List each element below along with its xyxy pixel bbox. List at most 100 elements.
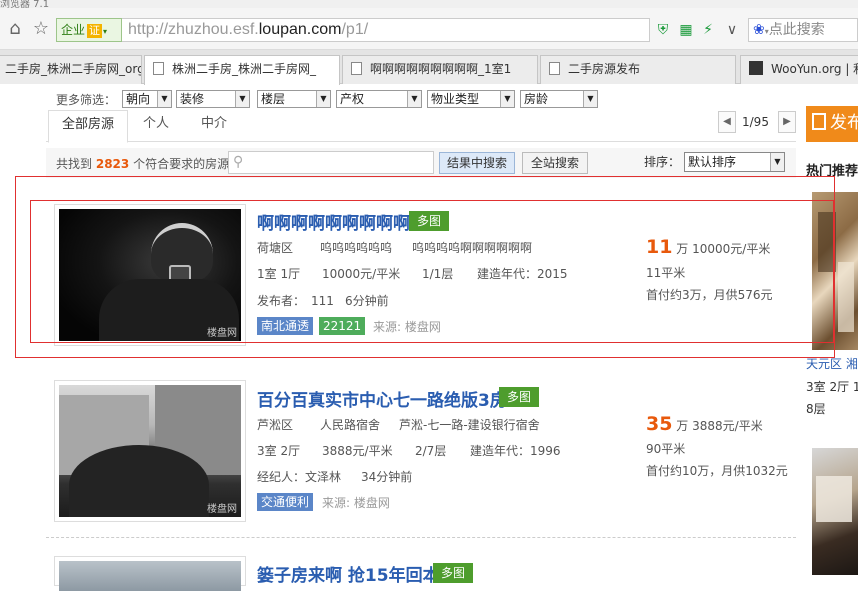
window-title: 浏览器 7.1	[0, 0, 50, 8]
select-value: 物业类型	[431, 92, 480, 106]
url-domain: loupan.com	[258, 21, 342, 38]
poster-name: 文泽林	[305, 470, 342, 484]
listing-area: 90平米	[646, 442, 686, 456]
chevron-down-icon: ▼	[500, 91, 514, 107]
summary-suffix: 个符合要求的房源	[133, 157, 230, 171]
site-search-button[interactable]: 全站搜索	[522, 152, 588, 174]
page-icon	[549, 62, 560, 75]
publish-listing-button[interactable]: 发布	[806, 106, 858, 142]
feature-tag: 交通便利	[257, 493, 314, 511]
tab-label: 二手房_株洲二手房网_org	[5, 62, 142, 76]
filter-select-floor[interactable]: 楼层 ▼	[257, 90, 331, 108]
listing-title[interactable]: 百分百真实市中心七一路绝版3房	[257, 386, 507, 411]
lightning-icon[interactable]: ⚡	[698, 20, 718, 40]
listing-time: 34分钟前	[361, 470, 413, 484]
page-icon	[351, 62, 362, 75]
shield-icon[interactable]: ⛨	[653, 20, 673, 40]
recommend-rooms: 3室 2厅 1	[806, 380, 858, 394]
chevron-down-icon: ▼	[407, 91, 421, 107]
listing-payment: 首付约10万，月供1032元	[646, 464, 788, 478]
browser-tab-active[interactable]: 株洲二手房_株洲二手房网_	[144, 55, 340, 85]
summary-prefix: 共找到	[56, 157, 93, 171]
listing-title[interactable]: 篓子房来啊 抢15年回本	[257, 561, 440, 586]
browser-tab[interactable]: WooYun.org | 利	[740, 55, 858, 84]
select-value: 默认排序	[688, 155, 737, 169]
select-value: 产权	[340, 92, 365, 106]
listing-thumbnail[interactable]: 楼盘网	[54, 380, 246, 522]
listing-unit-price: 3888元/平米	[322, 444, 393, 458]
next-page-button[interactable]: ▶	[778, 111, 796, 133]
select-value: 楼层	[261, 92, 286, 106]
listing-district[interactable]: 芦淞区	[257, 416, 293, 433]
listing-photo: 楼盘网	[59, 385, 241, 517]
price-value: 35	[646, 413, 673, 435]
chevron-down-icon: ▼	[770, 153, 784, 171]
tab-agent[interactable]: 中介	[192, 110, 236, 142]
sort-select[interactable]: 默认排序 ▼	[684, 152, 785, 172]
cert-icon: 证	[87, 24, 103, 38]
filter-select-property-type[interactable]: 物业类型 ▼	[427, 90, 515, 108]
filter-select-orientation[interactable]: 朝向 ▼	[122, 90, 172, 108]
listing-poster: 经纪人：文泽林	[257, 468, 341, 485]
listing-floor: 2/7层	[415, 444, 447, 458]
url-prefix: http://zhuzhou.esf.	[128, 21, 259, 38]
filter-label: 更多筛选：	[56, 93, 117, 107]
search-in-results-button[interactable]: 结果中搜索	[439, 152, 515, 174]
enterprise-cert-badge[interactable]: 企业证 ▾	[56, 18, 122, 42]
listing-type-tabs: 全部房源 个人 中介	[46, 110, 796, 143]
multi-image-badge: 多图	[499, 387, 540, 407]
qrcode-icon[interactable]: ▦	[676, 20, 696, 40]
tab-label: WooYun.org | 利	[771, 62, 858, 76]
prev-page-button[interactable]: ◀	[718, 111, 736, 133]
browser-tab[interactable]: 啊啊啊啊啊啊啊啊啊_1室1	[342, 55, 538, 84]
filter-select-title[interactable]: 产权 ▼	[336, 90, 422, 108]
price-per-sqm: 3888元/平米	[692, 419, 763, 433]
address-toolbar: ⌂ ☆ 企业证 ▾ http://zhuzhou.esf.loupan.com/p…	[0, 8, 858, 50]
recommend-thumbnail-2[interactable]	[812, 448, 858, 575]
price-unit: 万	[676, 419, 689, 433]
chevron-down-icon: ▼	[235, 91, 249, 107]
page-indicator: 1/95	[742, 115, 769, 129]
pager: ◀ 1/95 ▶	[718, 111, 796, 133]
listing-total-price: 35 万 3888元/平米	[646, 413, 763, 435]
enterprise-label: 企业	[61, 23, 86, 37]
select-value: 装修	[180, 92, 205, 106]
home-icon[interactable]: ⌂	[4, 18, 26, 40]
select-value: 房龄	[524, 92, 549, 106]
browser-tab[interactable]: 二手房_株洲二手房网_org	[0, 55, 142, 84]
multi-image-badge: 多图	[433, 563, 474, 583]
tab-all-listings[interactable]: 全部房源	[48, 110, 128, 143]
listing-source: 来源: 楼盘网	[322, 496, 390, 510]
sort-label: 排序：	[644, 155, 681, 169]
chevron-down-icon: ▼	[316, 91, 330, 107]
dropdown-chevron-icon[interactable]: ∨	[722, 20, 742, 40]
tab-individual[interactable]: 个人	[134, 110, 178, 142]
result-count-text: 共找到 2823 个符合要求的房源	[56, 155, 229, 172]
chevron-down-icon: ▼	[157, 91, 171, 107]
listing-community[interactable]: 人民路宿舍	[320, 416, 380, 433]
search-input[interactable]: ❀▾点此搜索	[748, 18, 858, 42]
url-input[interactable]: http://zhuzhou.esf.loupan.com/p1/	[122, 18, 650, 42]
watermark: 楼盘网	[207, 504, 237, 515]
search-placeholder: 点此搜索	[768, 22, 825, 38]
filter-select-age[interactable]: 房龄 ▼	[520, 90, 598, 108]
browser-tab-bar: 二手房_株洲二手房网_org 株洲二手房_株洲二手房网_ 啊啊啊啊啊啊啊啊啊_1…	[0, 50, 858, 85]
favorite-star-icon[interactable]: ☆	[30, 18, 52, 40]
listing-thumbnail[interactable]	[54, 556, 246, 591]
tab-label: 株洲二手房_株洲二手房网_	[172, 62, 317, 76]
poster-label: 经纪人：	[257, 470, 306, 484]
wooyun-favicon	[749, 61, 763, 75]
listing-year: 建造年代：1996	[470, 444, 561, 458]
select-value: 朝向	[126, 92, 151, 106]
keyword-input[interactable]: ⚲	[228, 151, 434, 174]
listing-address: 芦淞-七一路-建设银行宿舍	[399, 418, 540, 432]
tab-label: 啊啊啊啊啊啊啊啊啊_1室1	[370, 62, 512, 76]
result-summary-bar: 共找到 2823 个符合要求的房源 ⚲ 结果中搜索 全站搜索 排序： 默认排序 ▼	[46, 148, 796, 178]
result-count: 2823	[95, 157, 130, 171]
window-titlebar: 浏览器 7.1	[0, 0, 858, 8]
tab-label: 二手房源发布	[568, 62, 641, 76]
search-icon: ⚲	[233, 154, 244, 170]
listing-photo	[59, 561, 241, 591]
filter-select-decoration[interactable]: 装修 ▼	[176, 90, 250, 108]
browser-tab[interactable]: 二手房源发布	[540, 55, 736, 84]
